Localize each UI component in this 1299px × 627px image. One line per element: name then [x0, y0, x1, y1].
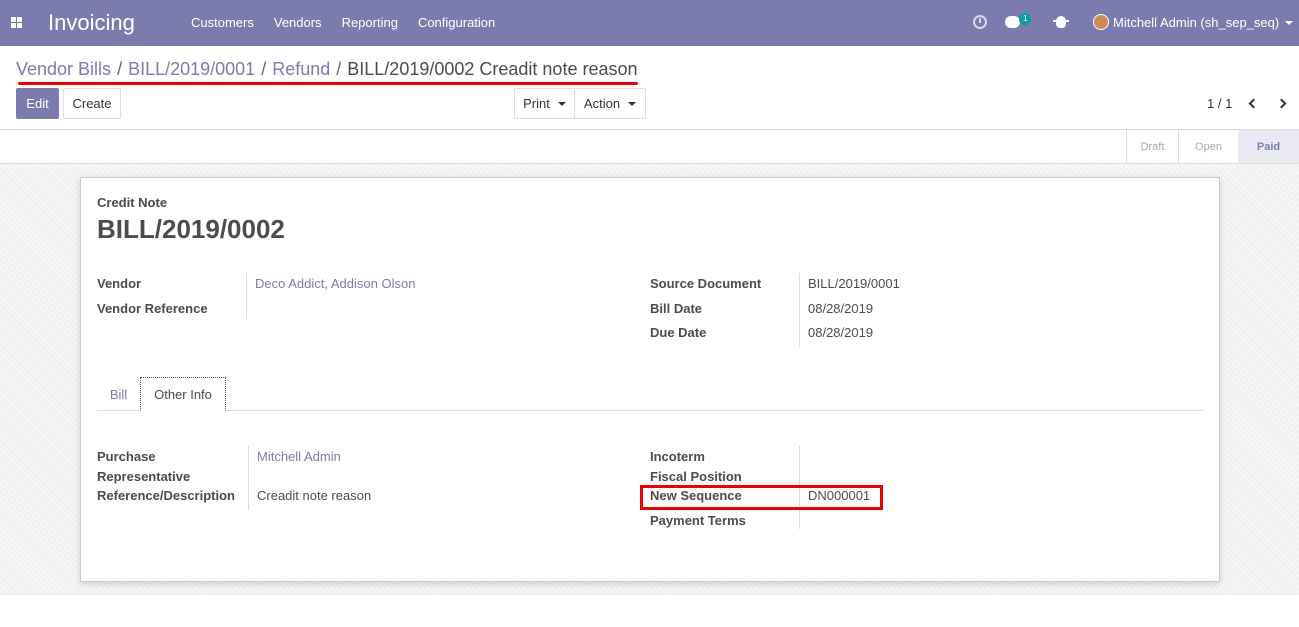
reference-description-label: Reference/Description: [97, 488, 235, 503]
field-divider: [799, 273, 800, 347]
status-bar: Draft Open Paid: [0, 129, 1299, 164]
document-number: BILL/2019/0002: [97, 214, 285, 244]
chat-icon[interactable]: [1005, 16, 1020, 28]
chevron-down-icon: [557, 101, 566, 106]
chevron-left-icon: [1248, 98, 1258, 108]
chat-badge: 1: [1019, 13, 1032, 25]
breadcrumb-separator: /: [336, 59, 342, 79]
fiscal-position-label: Fiscal Position: [650, 469, 742, 484]
create-button[interactable]: Create: [63, 88, 121, 119]
breadcrumb-bill-0001[interactable]: BILL/2019/0001: [128, 59, 255, 79]
user-menu[interactable]: Mitchell Admin (sh_sep_seq): [1113, 15, 1279, 30]
purchase-representative-value[interactable]: Mitchell Admin: [257, 449, 341, 464]
payment-terms-label: Payment Terms: [650, 513, 746, 528]
chevron-down-icon[interactable]: [1285, 21, 1293, 25]
action-label: Action: [583, 96, 621, 111]
debug-bug-icon[interactable]: [1053, 16, 1069, 28]
reference-description-value: Creadit note reason: [257, 488, 372, 503]
stage-draft: Draft: [1126, 130, 1178, 163]
due-date-label: Due Date: [650, 325, 707, 340]
pager-value[interactable]: 1 / 1: [1207, 96, 1232, 111]
tabs-divider: [97, 410, 1203, 411]
vendor-label: Vendor: [97, 276, 142, 291]
chevron-down-icon: [628, 101, 637, 106]
incoterm-label: Incoterm: [650, 449, 705, 464]
breadcrumb-refund[interactable]: Refund: [272, 59, 330, 79]
source-document-value: BILL/2019/0001: [808, 276, 900, 291]
menu-customers[interactable]: Customers: [191, 15, 254, 30]
chevron-right-icon: [1276, 98, 1286, 108]
breadcrumb-separator: /: [261, 59, 267, 79]
apps-menu-icon[interactable]: [11, 17, 22, 28]
breadcrumb-separator: /: [117, 59, 123, 79]
breadcrumb-vendor-bills[interactable]: Vendor Bills: [16, 59, 111, 79]
action-dropdown[interactable]: Action: [574, 88, 646, 119]
highlight-box: [640, 485, 883, 510]
print-dropdown[interactable]: Print: [514, 88, 575, 119]
stage-open: Open: [1178, 130, 1238, 163]
bill-date-label: Bill Date: [650, 301, 703, 316]
source-document-label: Source Document: [650, 276, 762, 291]
app-brand[interactable]: Invoicing: [48, 10, 135, 36]
stage-paid: Paid: [1238, 130, 1299, 163]
due-date-value: 08/28/2019: [808, 325, 874, 340]
edit-button[interactable]: Edit: [16, 88, 59, 119]
pager-next-button[interactable]: [1274, 95, 1288, 111]
user-avatar[interactable]: [1093, 14, 1109, 30]
activity-clock-icon[interactable]: [973, 15, 987, 29]
purchase-representative-label-line1: Purchase: [97, 449, 156, 464]
field-divider: [248, 446, 249, 510]
field-divider: [246, 273, 247, 318]
breadcrumb: Vendor Bills / BILL/2019/0001/Refund / BILL/…: [16, 59, 638, 80]
purchase-representative-label-line2: Representative: [97, 469, 191, 484]
tab-bill[interactable]: Bill: [97, 377, 140, 411]
breadcrumb-current: BILL/2019/0002 Creadit note reason: [347, 59, 638, 79]
vendor-reference-label: Vendor Reference: [97, 301, 208, 316]
document-type: Credit Note: [97, 195, 168, 210]
bill-date-value: 08/28/2019: [808, 301, 874, 316]
highlight-underline: [18, 82, 638, 85]
menu-vendors[interactable]: Vendors: [274, 15, 322, 30]
print-label: Print: [523, 96, 550, 111]
pager-previous-button[interactable]: [1246, 95, 1260, 111]
vendor-value[interactable]: Deco Addict, Addison Olson: [255, 276, 415, 291]
menu-reporting[interactable]: Reporting: [342, 15, 398, 30]
tab-other-info[interactable]: Other Info: [140, 377, 226, 411]
chatter-area: [0, 594, 1299, 627]
menu-configuration[interactable]: Configuration: [418, 15, 495, 30]
top-navbar: Invoicing Customers Vendors Reporting Co…: [0, 0, 1299, 46]
main-menu: Customers Vendors Reporting Configuratio…: [191, 15, 515, 30]
